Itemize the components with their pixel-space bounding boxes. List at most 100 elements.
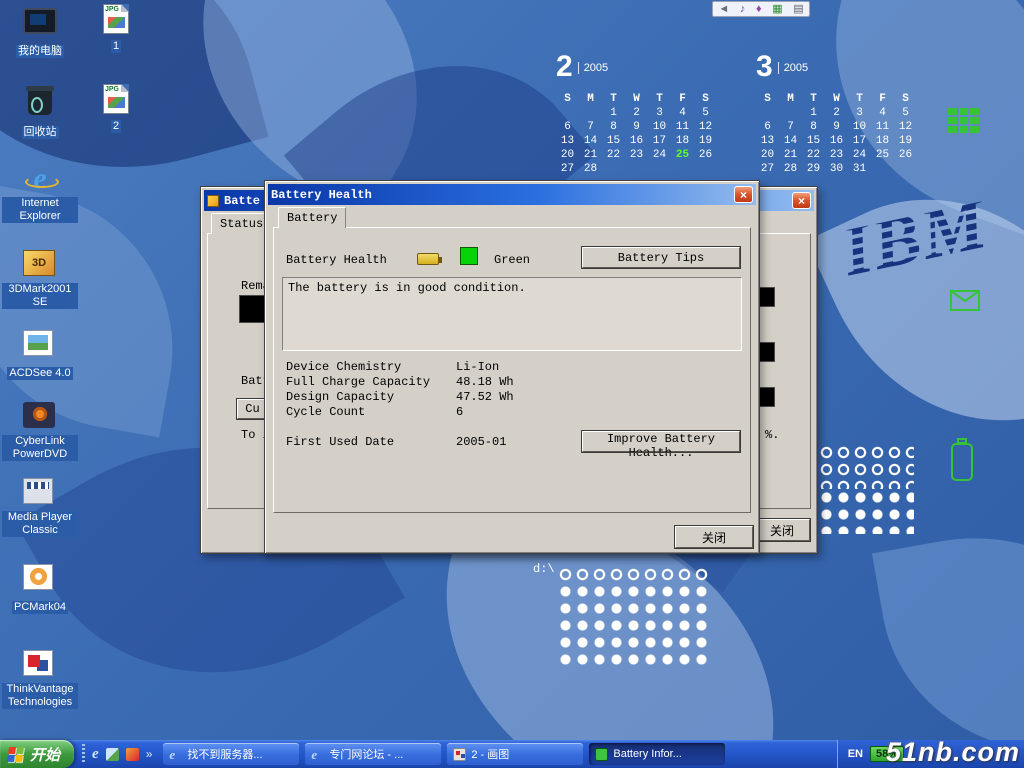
desktop-file-1[interactable]: JPG 1 [86, 4, 146, 54]
grid-mini-icon[interactable]: ▦ [772, 2, 782, 16]
desktop-icon-label: 我的电脑 [16, 45, 64, 58]
media-player-classic-icon [23, 478, 53, 504]
dot-pattern [557, 566, 710, 583]
battery-app-icon [207, 195, 219, 207]
calendar-date: 27 [556, 163, 579, 175]
close-button[interactable]: 关闭 [675, 526, 753, 548]
desktop-icon-pcmark04[interactable]: PCMark04 [2, 562, 78, 615]
tab-battery[interactable]: Battery [278, 207, 346, 228]
desktop-icon-label: 3DMark2001 SE [2, 283, 78, 309]
desktop-icon-my-computer[interactable]: 我的电脑 [2, 6, 78, 59]
first-used-value: 2005-01 [456, 435, 506, 449]
health-status: Green [494, 253, 530, 267]
field-label: Full Charge Capacity [286, 375, 430, 389]
health-indicator [460, 247, 478, 265]
desktop-icon-label: Internet Explorer [2, 197, 78, 223]
first-used-label: First Used Date [286, 435, 394, 449]
taskbar-task-paint[interactable]: 2 - 画图 [447, 743, 583, 765]
battery-health-window[interactable]: Battery Health × Battery Battery Health … [264, 180, 760, 554]
battery-deco-icon [950, 438, 974, 482]
task-label: 专门网论坛 - ... [329, 746, 403, 762]
desktop-icon-label: Media Player Classic [2, 511, 78, 537]
close-icon[interactable]: × [734, 186, 753, 203]
ie-icon: e [169, 748, 182, 761]
quick-launch: e » [74, 744, 160, 764]
dot-pattern [557, 583, 710, 667]
thinkvantage-icon [23, 650, 53, 676]
desktop-icon-powerdvd[interactable]: CyberLink PowerDVD [2, 400, 78, 462]
condition-textbox[interactable]: The battery is in good condition. [282, 277, 742, 351]
3dmark-icon: 3D [23, 250, 55, 276]
clipboard-icon[interactable]: ▤ [793, 2, 803, 16]
taskbar-task-battery-information[interactable]: Battery Infor... [589, 743, 725, 765]
calendar-date: 29 [802, 163, 825, 175]
ie-icon: e [311, 748, 324, 761]
note-icon[interactable]: ♪ [740, 2, 746, 16]
desktop-icon-thinkvantage[interactable]: ThinkVantage Technologies [2, 648, 78, 710]
window-titlebar[interactable]: Battery Health × [268, 184, 756, 205]
desktop-file-label: 2 [111, 120, 121, 133]
quick-launch-desktop-icon[interactable] [106, 748, 119, 761]
calendar-month: 3 [756, 52, 773, 82]
recycle-bin-icon [28, 89, 52, 115]
calendar-title: 3 2005 [756, 52, 926, 84]
desktop-icon-label: ThinkVantage Technologies [2, 683, 78, 709]
calendar-date: 27 [756, 163, 779, 175]
acdsee-icon [23, 330, 53, 356]
jpg-file-icon: JPG [103, 84, 129, 114]
battery-icon [417, 253, 439, 265]
calendar-date: 28 [579, 163, 602, 175]
quick-launch-handle[interactable] [82, 744, 85, 764]
windows-flag-icon [7, 747, 25, 762]
taskbar-task-forum[interactable]: e 专门网论坛 - ... [305, 743, 441, 765]
desktop-icon-3dmark2001[interactable]: 3D 3DMark2001 SE [2, 248, 78, 310]
desktop-icon-internet-explorer[interactable]: e Internet Explorer [2, 164, 78, 224]
desktop-file-label: 1 [111, 40, 121, 53]
window-title: Battery Health [271, 188, 372, 202]
taskbar-task-ie[interactable]: e 找不到服务器... [163, 743, 299, 765]
desktop-icon-recycle-bin[interactable]: 回收站 [2, 86, 78, 140]
floating-toolbar[interactable]: ◄ ♪ ♦ ▦ ▤ [712, 1, 810, 17]
charge-gauge [239, 295, 266, 323]
field-value: 6 [456, 405, 463, 419]
task-label: 2 - 画图 [471, 746, 509, 762]
calendar-grid: SMTWTFS123456789101112131415161718192021… [556, 88, 726, 172]
calendar-date: 28 [779, 163, 802, 175]
calendar-year: 2005 [578, 62, 608, 74]
close-icon[interactable]: × [792, 192, 811, 209]
dot-pattern [818, 444, 914, 489]
calendar-march: 3 2005 SMTWTFS12345678910111213141516171… [756, 52, 926, 172]
language-indicator[interactable]: EN [848, 748, 863, 760]
quick-launch-media-icon[interactable] [126, 748, 139, 761]
desktop-icon-label: 回收站 [22, 126, 59, 139]
battery-tips-button[interactable]: Battery Tips [582, 247, 740, 268]
dot-pattern [818, 489, 914, 534]
calendar-month: 2 [556, 52, 573, 82]
chevron-icon[interactable]: » [146, 747, 153, 761]
grid-icon [948, 108, 980, 134]
improve-battery-health-button[interactable]: Improve Battery Health... [582, 431, 740, 452]
wallpaper-leaf [872, 510, 1024, 768]
calendar-title: 2 2005 [556, 52, 726, 84]
desktop-file-2[interactable]: JPG 2 [86, 84, 146, 134]
paint-icon [453, 748, 466, 761]
calendar-february: 2 2005 SMTWTFS12345678910111213141516171… [556, 52, 726, 172]
desktop-icon-media-player-classic[interactable]: Media Player Classic [2, 476, 78, 538]
desktop-icon-acdsee[interactable]: ACDSee 4.0 [2, 328, 78, 381]
speaker-icon[interactable]: ◄ [718, 2, 729, 16]
jpg-file-icon: JPG [103, 4, 129, 34]
field-label: Device Chemistry [286, 360, 401, 374]
health-label: Battery Health [286, 253, 387, 267]
quick-launch-ie-icon[interactable]: e [92, 746, 99, 763]
field-label: Cycle Count [286, 405, 365, 419]
diamond-icon[interactable]: ♦ [756, 2, 762, 16]
drive-label: d:\ [533, 562, 555, 576]
window-title: Batte [224, 194, 260, 208]
start-button[interactable]: 开始 [0, 740, 74, 768]
field-value: 47.52 Wh [456, 390, 514, 404]
calendar-date: 30 [825, 163, 848, 175]
jpg-thumbnail [108, 97, 125, 108]
calendar-year: 2005 [778, 62, 808, 74]
percent-label: %. [765, 428, 779, 442]
close-button[interactable]: 关闭 [754, 519, 810, 541]
